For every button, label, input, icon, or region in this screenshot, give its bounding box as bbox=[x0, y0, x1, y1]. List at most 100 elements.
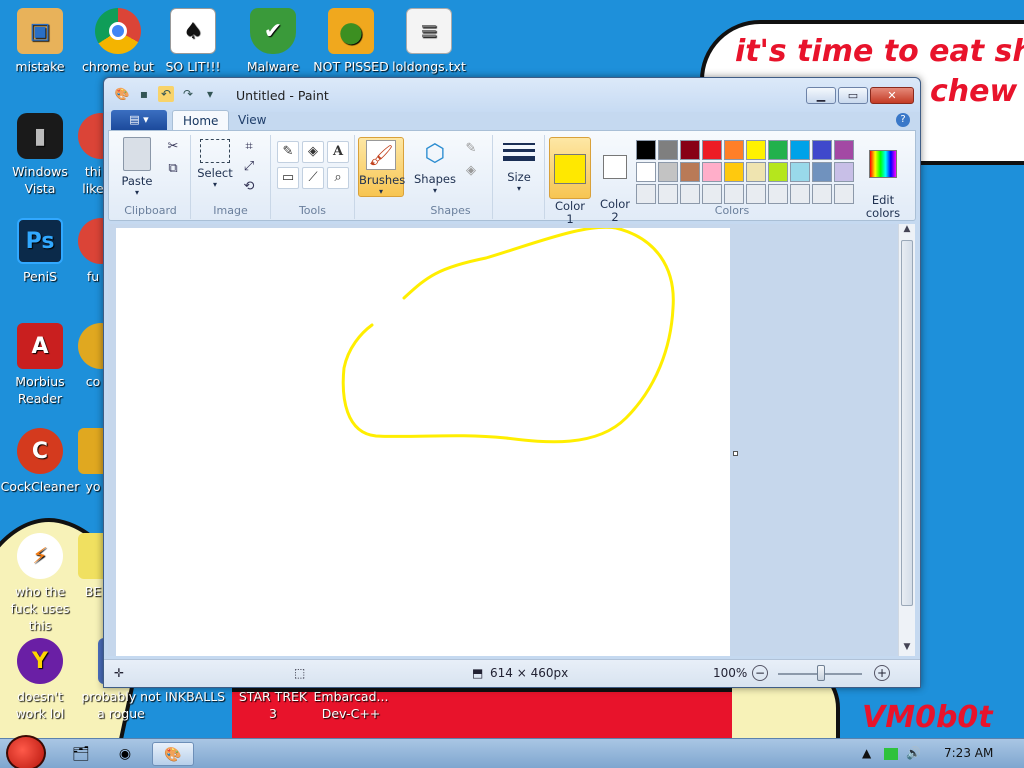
palette-swatch[interactable] bbox=[790, 140, 810, 160]
minimize-button[interactable]: ▁ bbox=[806, 87, 836, 104]
palette-swatch[interactable] bbox=[636, 140, 656, 160]
palette-swatch[interactable] bbox=[768, 184, 788, 204]
desktop-icon-cockcleaner[interactable]: C CockCleaner bbox=[0, 428, 80, 495]
redo-icon[interactable]: ↷ bbox=[180, 86, 196, 102]
maximize-button[interactable]: ▭ bbox=[838, 87, 868, 104]
desktop-icon-loldongs[interactable]: ≡ loldongs.txt bbox=[389, 8, 469, 75]
palette-swatch[interactable] bbox=[812, 184, 832, 204]
resize-icon[interactable]: ⤢ bbox=[239, 157, 259, 177]
close-button[interactable]: ✕ bbox=[870, 87, 914, 104]
zoom-in-button[interactable]: + bbox=[874, 665, 890, 681]
outline-icon[interactable]: ✎ bbox=[461, 139, 481, 159]
palette-swatch[interactable] bbox=[790, 184, 810, 204]
palette-swatch[interactable] bbox=[724, 162, 744, 182]
paint-window[interactable]: 🎨 ▪ ↶ ↷ ▾ Untitled - Paint ▁ ▭ ✕ ▤ ▾ Hom… bbox=[103, 77, 921, 688]
palette-swatch[interactable] bbox=[702, 162, 722, 182]
title-bar[interactable]: 🎨 ▪ ↶ ↷ ▾ Untitled - Paint ▁ ▭ ✕ bbox=[104, 78, 920, 112]
network-icon[interactable] bbox=[884, 748, 898, 760]
copy-icon[interactable]: ⧉ bbox=[163, 159, 183, 179]
palette-swatch[interactable] bbox=[746, 140, 766, 160]
palette-swatch[interactable] bbox=[702, 184, 722, 204]
desktop-icon-inkballs[interactable]: INKBALLS bbox=[155, 688, 235, 705]
save-icon[interactable]: ▪ bbox=[136, 86, 152, 102]
vertical-scrollbar[interactable]: ▲ ▼ bbox=[898, 224, 915, 656]
start-button[interactable] bbox=[6, 735, 46, 768]
magnifier-icon[interactable]: ⌕ bbox=[327, 167, 349, 189]
desktop-icon-winamp[interactable]: ⚡ who the fuck uses this bbox=[0, 533, 80, 634]
palette-swatch[interactable] bbox=[768, 162, 788, 182]
paint-app-icon[interactable]: 🎨 bbox=[114, 86, 130, 102]
group-clipboard: Paste ▾ ✂ ⧉ Clipboard bbox=[111, 135, 191, 219]
cut-icon[interactable]: ✂ bbox=[163, 137, 183, 157]
help-icon[interactable]: ? bbox=[896, 113, 910, 127]
taskbar-explorer[interactable]: 🗂 bbox=[62, 742, 100, 766]
color1-button[interactable]: Color 1 bbox=[549, 137, 591, 226]
rotate-icon[interactable]: ⟲ bbox=[239, 177, 259, 197]
desktop-icon-mistake[interactable]: ▣ mistake bbox=[0, 8, 80, 75]
paste-button[interactable]: Paste ▾ bbox=[117, 137, 157, 197]
palette-swatch[interactable] bbox=[812, 140, 832, 160]
desktop-icon-malware[interactable]: ✔ Malware bbox=[233, 8, 313, 75]
palette-swatch[interactable] bbox=[636, 184, 656, 204]
customize-dropdown-icon[interactable]: ▾ bbox=[202, 86, 218, 102]
desktop-icon-windows-vista[interactable]: ▮ Windows Vista bbox=[0, 113, 80, 197]
canvas-area[interactable] bbox=[108, 224, 898, 656]
desktop-icon-solitaire[interactable]: ♠ SO LIT!!! bbox=[153, 8, 233, 75]
brushes-label: Brushes bbox=[359, 173, 406, 187]
desktop-icon-yahoo[interactable]: Y doesn't work lol bbox=[0, 638, 80, 722]
palette-swatch[interactable] bbox=[680, 184, 700, 204]
palette-swatch[interactable] bbox=[724, 184, 744, 204]
fill-icon[interactable]: ◈ bbox=[302, 141, 324, 163]
color2-button[interactable]: Color 2 bbox=[595, 137, 635, 237]
edit-colors-button[interactable]: Edit colors bbox=[861, 137, 905, 233]
palette-swatch[interactable] bbox=[834, 162, 854, 182]
palette-swatch[interactable] bbox=[658, 162, 678, 182]
tab-view[interactable]: View bbox=[228, 110, 276, 130]
palette-swatch[interactable] bbox=[746, 162, 766, 182]
paint-menu-button[interactable]: ▤ ▾ bbox=[111, 110, 167, 130]
text-tool-icon[interactable]: A bbox=[327, 141, 349, 163]
palette-swatch[interactable] bbox=[702, 140, 722, 160]
tab-home[interactable]: Home bbox=[172, 110, 230, 130]
palette-swatch[interactable] bbox=[834, 140, 854, 160]
clock-time[interactable]: 7:23 AM bbox=[944, 746, 993, 760]
desktop-icon-star-trek[interactable]: STAR TREK 3 bbox=[233, 688, 313, 722]
select-button[interactable]: Select ▾ bbox=[197, 139, 233, 189]
scroll-thumb[interactable] bbox=[901, 240, 913, 606]
undo-icon[interactable]: ↶ bbox=[158, 86, 174, 102]
drawing-canvas[interactable] bbox=[116, 225, 730, 656]
palette-swatch[interactable] bbox=[658, 140, 678, 160]
color-picker-icon[interactable]: ⟋ bbox=[302, 167, 324, 189]
palette-swatch[interactable] bbox=[812, 162, 832, 182]
desktop-icon-not-pissed[interactable]: ● NOT PISSED bbox=[311, 8, 391, 75]
palette-swatch[interactable] bbox=[658, 184, 678, 204]
chrome-icon: ◉ bbox=[118, 746, 132, 762]
scroll-down-icon[interactable]: ▼ bbox=[899, 642, 915, 656]
taskbar-chrome[interactable]: ◉ bbox=[106, 742, 144, 766]
palette-swatch[interactable] bbox=[768, 140, 788, 160]
shapes-button[interactable]: ⬡ Shapes ▾ bbox=[413, 137, 457, 195]
desktop-icon-dev-cpp[interactable]: Embarcad... Dev-C++ bbox=[311, 688, 391, 722]
palette-swatch[interactable] bbox=[746, 184, 766, 204]
scroll-up-icon[interactable]: ▲ bbox=[899, 224, 915, 238]
palette-swatch[interactable] bbox=[790, 162, 810, 182]
desktop-icon-morbius-reader[interactable]: A Morbius Reader bbox=[0, 323, 80, 407]
palette-swatch[interactable] bbox=[724, 140, 744, 160]
brushes-button[interactable]: 🖌 Brushes ▾ bbox=[358, 137, 406, 197]
eraser-icon[interactable]: ▭ bbox=[277, 167, 299, 189]
palette-swatch[interactable] bbox=[680, 140, 700, 160]
taskbar-paint[interactable]: 🎨 bbox=[152, 742, 194, 766]
zoom-slider-thumb[interactable] bbox=[817, 665, 825, 681]
volume-icon[interactable]: 🔊 bbox=[906, 746, 921, 760]
palette-swatch[interactable] bbox=[680, 162, 700, 182]
canvas-resize-handle[interactable] bbox=[733, 451, 738, 456]
palette-swatch[interactable] bbox=[636, 162, 656, 182]
size-button[interactable]: Size ▾ bbox=[499, 137, 539, 193]
shape-fill-icon[interactable]: ◈ bbox=[461, 161, 481, 181]
crop-icon[interactable]: ⌗ bbox=[239, 137, 259, 157]
palette-swatch[interactable] bbox=[834, 184, 854, 204]
pencil-icon[interactable]: ✎ bbox=[277, 141, 299, 163]
desktop-icon-penis[interactable]: Ps PeniS bbox=[0, 218, 80, 285]
zoom-out-button[interactable]: − bbox=[752, 665, 768, 681]
show-hidden-icons[interactable]: ▲ bbox=[862, 746, 871, 760]
